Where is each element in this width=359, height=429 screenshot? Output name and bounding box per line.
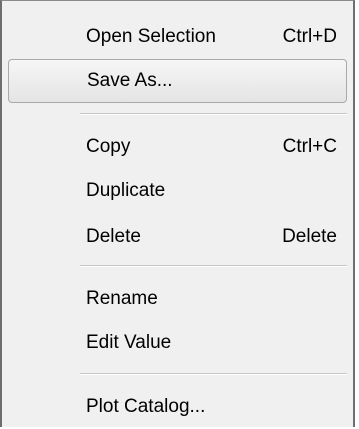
- menu-item-shortcut: Ctrl+C: [282, 136, 337, 157]
- menu-item-open-selection[interactable]: Open Selection Ctrl+D: [8, 15, 347, 59]
- menu-item-duplicate[interactable]: Duplicate: [8, 169, 347, 213]
- menu-item-label: Plot Catalog...: [86, 396, 206, 417]
- menu-item-label: Rename: [86, 288, 158, 309]
- menu-item-copy[interactable]: Copy Ctrl+C: [8, 125, 347, 169]
- menu-item-label: Save As...: [87, 70, 173, 91]
- menu-separator: [80, 113, 347, 115]
- menu-item-label: Copy: [86, 136, 131, 157]
- menu-item-delete[interactable]: Delete Delete: [8, 215, 347, 259]
- menu-item-edit-value[interactable]: Edit Value: [8, 321, 347, 365]
- menu-item-save-as[interactable]: Save As...: [8, 59, 347, 103]
- menu-item-label: Duplicate: [86, 180, 166, 201]
- menu-item-label: Delete: [86, 226, 141, 247]
- menu-item-rename[interactable]: Rename: [8, 277, 347, 321]
- menu-separator: [80, 373, 347, 375]
- menu-item-shortcut: Ctrl+D: [282, 26, 337, 47]
- menu-item-label: Open Selection: [86, 26, 216, 47]
- menu-item-label: Edit Value: [86, 332, 172, 353]
- menu-item-plot-catalog[interactable]: Plot Catalog...: [8, 385, 347, 429]
- menu-item-shortcut: Delete: [282, 226, 337, 247]
- context-menu: Open Selection Ctrl+D Save As... Copy Ct…: [0, 0, 355, 427]
- menu-separator: [80, 265, 347, 267]
